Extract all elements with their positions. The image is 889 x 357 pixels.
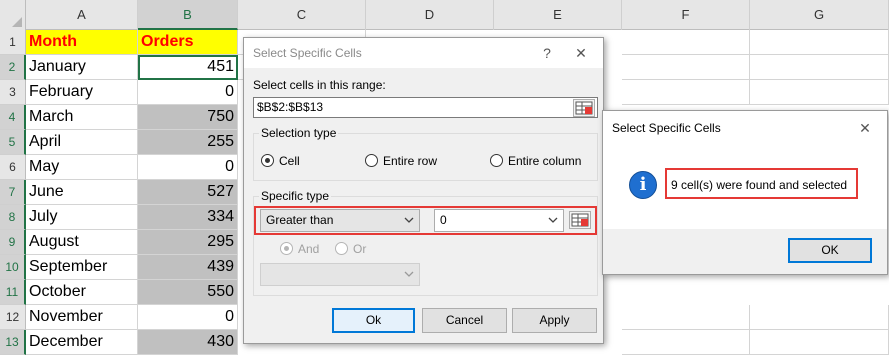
cell-orders-selected[interactable]: 430: [138, 330, 238, 355]
radio-unchecked-icon: [490, 154, 503, 168]
cell-orders-selected[interactable]: 334: [138, 205, 238, 230]
empty-cell[interactable]: [750, 80, 889, 105]
cell-month[interactable]: December: [26, 330, 138, 355]
cell-orders-selected[interactable]: 439: [138, 255, 238, 280]
cell-orders[interactable]: 0: [138, 80, 238, 105]
row-header[interactable]: 7: [0, 180, 26, 205]
row-header[interactable]: 10: [0, 255, 26, 280]
empty-cell[interactable]: [750, 30, 889, 55]
radio-entire-row[interactable]: Entire row: [365, 153, 437, 169]
cell-month[interactable]: May: [26, 155, 138, 180]
apply-button[interactable]: Apply: [512, 308, 597, 333]
row-header[interactable]: 11: [0, 280, 26, 305]
row-header[interactable]: 12: [0, 305, 26, 330]
column-header-c[interactable]: C: [238, 0, 366, 30]
column-header-a[interactable]: A: [26, 0, 138, 30]
result-message-dialog: Select Specific Cells ✕ i 9 cell(s) were…: [602, 110, 888, 275]
column-header-g[interactable]: G: [750, 0, 889, 30]
close-button[interactable]: ✕: [853, 117, 877, 139]
radio-or[interactable]: Or: [335, 241, 366, 257]
empty-cell[interactable]: [750, 55, 889, 80]
row-header[interactable]: 2: [0, 55, 26, 80]
cell-month[interactable]: February: [26, 80, 138, 105]
column-header-d[interactable]: D: [366, 0, 494, 30]
cell-orders-selected[interactable]: 550: [138, 280, 238, 305]
cell-orders-active[interactable]: 451: [138, 55, 238, 80]
cell-a1-month-header[interactable]: Month: [26, 30, 138, 55]
second-condition-select[interactable]: [260, 263, 420, 286]
dialog-title: Select Specific Cells: [253, 46, 362, 60]
empty-cell[interactable]: [750, 305, 889, 330]
row-header[interactable]: 13: [0, 330, 26, 355]
empty-cell[interactable]: [622, 305, 750, 330]
message-text: 9 cell(s) were found and selected: [671, 178, 848, 192]
radio-entire-column[interactable]: Entire column: [490, 153, 581, 169]
range-select-icon: [575, 101, 593, 115]
column-header-b[interactable]: B: [138, 0, 238, 30]
cell-month[interactable]: March: [26, 105, 138, 130]
column-header-f[interactable]: F: [622, 0, 750, 30]
cell-orders-selected[interactable]: 255: [138, 130, 238, 155]
row-header[interactable]: 4: [0, 105, 26, 130]
cell-month[interactable]: January: [26, 55, 138, 80]
selection-type-label: Selection type: [259, 126, 339, 140]
info-icon: i: [629, 171, 657, 199]
cell-b1-orders-header[interactable]: Orders: [138, 30, 238, 55]
select-all-corner[interactable]: [0, 0, 26, 30]
cell-orders-selected[interactable]: 295: [138, 230, 238, 255]
highlight-box: [254, 206, 597, 235]
cell-month[interactable]: April: [26, 130, 138, 155]
range-label: Select cells in this range:: [253, 78, 386, 92]
radio-cell[interactable]: Cell: [261, 153, 300, 169]
range-picker-button[interactable]: [573, 99, 595, 117]
empty-cell[interactable]: [622, 55, 750, 80]
row-header[interactable]: 8: [0, 205, 26, 230]
row-header[interactable]: 3: [0, 80, 26, 105]
cell-orders-selected[interactable]: 750: [138, 105, 238, 130]
specific-type-label: Specific type: [259, 189, 332, 203]
cell-orders-selected[interactable]: 527: [138, 180, 238, 205]
cell-month[interactable]: July: [26, 205, 138, 230]
cell-orders[interactable]: 0: [138, 305, 238, 330]
row-header[interactable]: 1: [0, 30, 26, 55]
chevron-down-icon: [404, 271, 414, 277]
radio-and[interactable]: And: [280, 241, 319, 257]
close-button[interactable]: ✕: [569, 42, 593, 64]
message-title: Select Specific Cells: [612, 121, 721, 135]
empty-cell[interactable]: [622, 330, 750, 355]
column-headers: A B C D E F G: [0, 0, 889, 30]
radio-checked-icon: [280, 242, 293, 256]
range-input[interactable]: $B$2:$B$13: [253, 97, 598, 118]
row-header[interactable]: 5: [0, 130, 26, 155]
help-button[interactable]: ?: [535, 42, 559, 64]
cell-month[interactable]: August: [26, 230, 138, 255]
row-header[interactable]: 6: [0, 155, 26, 180]
select-specific-cells-dialog: Select Specific Cells ? ✕ Select cells i…: [243, 37, 604, 344]
row-header[interactable]: 9: [0, 230, 26, 255]
radio-checked-icon: [261, 154, 274, 168]
radio-unchecked-icon: [335, 242, 348, 256]
cell-month[interactable]: October: [26, 280, 138, 305]
empty-cell[interactable]: [750, 330, 889, 355]
ok-button[interactable]: OK: [788, 238, 872, 263]
ok-button[interactable]: Ok: [332, 308, 415, 333]
empty-cell[interactable]: [622, 80, 750, 105]
message-title-bar[interactable]: Select Specific Cells ✕: [603, 111, 887, 145]
column-header-e[interactable]: E: [494, 0, 622, 30]
cell-month[interactable]: November: [26, 305, 138, 330]
radio-unchecked-icon: [365, 154, 378, 168]
cell-month[interactable]: September: [26, 255, 138, 280]
dialog-title-bar[interactable]: Select Specific Cells ? ✕: [244, 38, 603, 68]
cell-orders[interactable]: 0: [138, 155, 238, 180]
empty-cell[interactable]: [622, 30, 750, 55]
cancel-button[interactable]: Cancel: [422, 308, 507, 333]
cell-month[interactable]: June: [26, 180, 138, 205]
